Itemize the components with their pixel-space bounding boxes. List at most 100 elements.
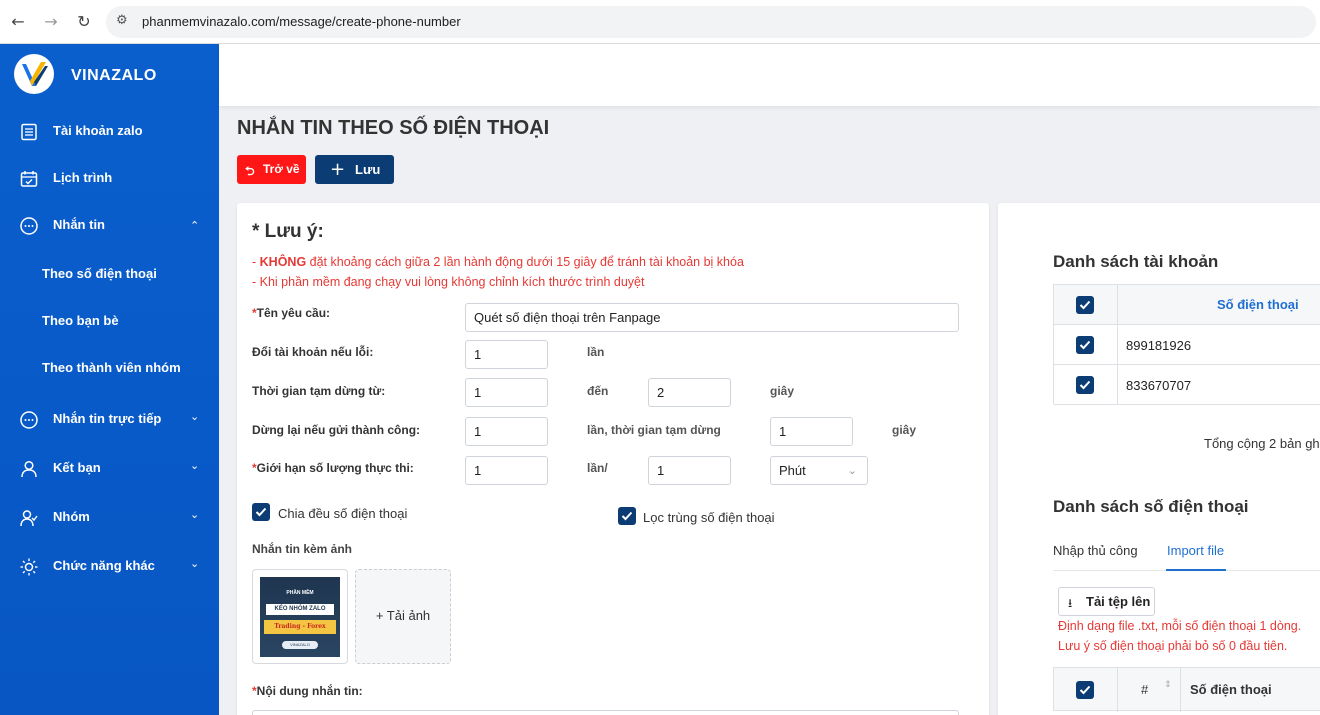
split-phone-label: Chia đều số điện thoại [278, 506, 408, 521]
upload-file-button[interactable]: ⭳ Tải tệp lên [1058, 587, 1155, 616]
sidebar-subitem-label: Theo thành viên nhóm [42, 360, 181, 375]
sidebar-subitem-by-group-members[interactable]: Theo thành viên nhóm [0, 348, 219, 388]
switch-account-unit: lần [587, 345, 605, 359]
limit-unit-value: Phút [779, 463, 806, 478]
sidebar-subitem-by-friends[interactable]: Theo bạn bè [0, 301, 219, 341]
back-button[interactable]: ⮌ Trở về [237, 155, 306, 184]
limit-unit-select[interactable]: Phút ⌄ [770, 456, 868, 485]
accounts-title: Danh sách tài khoản [1053, 252, 1219, 271]
phone-column-header[interactable]: Số điện thoại [1217, 297, 1299, 312]
attached-image: PHẦN MỀM KÉO NHÓM ZALO Trading - Forex V… [260, 577, 340, 657]
pause-to-label: đến [587, 384, 609, 398]
tab-manual-entry[interactable]: Nhập thủ công [1053, 543, 1138, 558]
browser-toolbar: ← → ↻ ⚙ phanmemvinazalo.com/message/crea… [0, 0, 1320, 44]
warning-line-1: - KHÔNG đặt khoảng cách giữa 2 lần hành … [252, 255, 744, 269]
attach-image-label: Nhắn tin kèm ảnh [252, 542, 353, 556]
address-bar[interactable]: ⚙ phanmemvinazalo.com/message/create-pho… [106, 6, 1316, 38]
sidebar-item-direct-messaging[interactable]: Nhắn tin trực tiếp ⌄ [0, 399, 219, 439]
save-button[interactable]: + Lưu [315, 155, 394, 184]
phone-cell: 833670707 [1126, 378, 1192, 393]
file-format-hint: Định dạng file .txt, mỗi số điện thoại 1… [1058, 619, 1302, 633]
dedupe-phone-label: Lọc trùng số điện thoại [643, 510, 775, 525]
sun-icon [20, 558, 38, 576]
row-checkbox[interactable] [1076, 336, 1094, 354]
chevron-down-icon: ⌄ [190, 459, 200, 472]
limit-count-input[interactable]: 1 [465, 456, 548, 485]
check-icon [1079, 340, 1091, 350]
leading-zero-hint: Lưu ý số điện thoại phải bỏ số 0 đầu tiê… [1058, 639, 1288, 653]
sidebar-item-label: Chức năng khác [53, 558, 155, 573]
sidebar-item-label: Nhắn tin trực tiếp [53, 411, 162, 426]
pause-from-label: Thời gian tạm dừng từ: [252, 384, 386, 398]
message-content-label: *Nội dung nhắn tin: [252, 684, 363, 698]
sidebar-item-label: Tài khoản zalo [53, 123, 143, 138]
request-name-label: *Tên yêu cầu: [252, 306, 331, 320]
stop-on-success-label: Dừng lại nếu gửi thành công: [252, 423, 421, 437]
phones-table-header: # ⇕ Số điện thoại [1053, 667, 1320, 712]
chat-icon [20, 411, 38, 429]
note-title: * Lưu ý: [252, 221, 324, 242]
warning-line-2: - Khi phần mềm đang chạy vui lòng không … [252, 275, 645, 289]
switch-account-input[interactable]: 1 [465, 340, 548, 369]
upload-image-label: + Tải ảnh [375, 608, 431, 623]
check-icon [255, 507, 267, 517]
attached-image-thumbnail[interactable]: PHẦN MỀM KÉO NHÓM ZALO Trading - Forex V… [252, 569, 348, 664]
accounts-table: Số điện thoại 899181926 833670707 [1053, 284, 1320, 405]
stop-pause-unit: giây [892, 423, 917, 437]
pause-unit: giây [770, 384, 795, 398]
check-icon [1079, 380, 1091, 390]
site-settings-icon[interactable]: ⚙ [116, 13, 128, 28]
chat-icon [20, 217, 38, 235]
sidebar-item-schedule[interactable]: Lịch trình [0, 158, 219, 198]
pause-from-input[interactable]: 1 [465, 378, 548, 407]
phones-title: Danh sách số điện thoại [1053, 497, 1249, 516]
request-name-input[interactable]: Quét số điện thoại trên Fanpage [465, 303, 959, 332]
check-icon [1079, 685, 1091, 695]
sidebar: VINAZALO Tài khoản zalo Lịch trình Nhắn … [0, 44, 219, 715]
sort-icon[interactable]: ⇕ [1164, 681, 1172, 690]
page-title: NHẮN TIN THEO SỐ ĐIỆN THOẠI [237, 117, 550, 139]
back-arrow-icon[interactable]: ← [7, 11, 29, 33]
sidebar-item-label: Nhắn tin [53, 217, 105, 232]
return-icon: ⮌ [245, 164, 255, 178]
save-button-label: Lưu [355, 162, 381, 177]
limit-label: *Giới hạn số lượng thực thi: [252, 461, 414, 475]
chevron-down-icon: ⌄ [847, 464, 857, 477]
vinazalo-logo [14, 54, 54, 94]
split-phone-checkbox[interactable] [252, 503, 270, 521]
reload-icon[interactable]: ↻ [73, 11, 95, 33]
accounts-total: Tổng cộng 2 bản ghi [1204, 436, 1320, 451]
forward-arrow-icon[interactable]: → [40, 11, 62, 33]
brand-name: VINAZALO [71, 67, 157, 84]
url-text[interactable]: phanmemvinazalo.com/message/create-phone… [142, 14, 461, 29]
chevron-down-icon: ⌄ [190, 410, 200, 423]
pause-to-input[interactable]: 2 [648, 378, 731, 407]
sidebar-item-other-features[interactable]: Chức năng khác ⌄ [0, 546, 219, 586]
plus-icon: + [330, 159, 346, 180]
sidebar-subitem-by-phone[interactable]: Theo số điện thoại [0, 254, 219, 294]
sidebar-item-accounts[interactable]: Tài khoản zalo [0, 111, 219, 151]
sidebar-subitem-label: Theo bạn bè [42, 313, 119, 328]
table-row[interactable]: 833670707 [1054, 365, 1320, 405]
sidebar-item-groups[interactable]: Nhóm ⌄ [0, 497, 219, 537]
back-button-label: Trở về [263, 162, 300, 176]
row-checkbox[interactable] [1076, 376, 1094, 394]
warning-emphasis: KHÔNG [259, 255, 307, 269]
phone-column-header[interactable]: Số điện thoại [1190, 682, 1272, 697]
stop-on-success-input[interactable]: 1 [465, 417, 548, 446]
top-header [219, 44, 1320, 106]
message-content-input[interactable] [252, 710, 959, 715]
chevron-up-icon: ⌃ [190, 219, 200, 232]
stop-pause-input[interactable]: 1 [770, 417, 853, 446]
tab-import-file[interactable]: Import file [1167, 543, 1224, 558]
dedupe-phone-checkbox[interactable] [618, 507, 636, 525]
sidebar-item-messaging[interactable]: Nhắn tin ⌃ [0, 205, 219, 245]
select-all-checkbox[interactable] [1076, 296, 1094, 314]
select-all-checkbox[interactable] [1076, 681, 1094, 699]
sidebar-item-label: Nhóm [53, 509, 90, 524]
sidebar-item-add-friend[interactable]: Kết bạn ⌄ [0, 448, 219, 488]
upload-image-button[interactable]: + Tải ảnh [355, 569, 451, 664]
table-row[interactable]: 899181926 [1054, 325, 1320, 365]
limit-period-input[interactable]: 1 [648, 456, 731, 485]
upload-icon: ⭳ [1068, 596, 1073, 610]
